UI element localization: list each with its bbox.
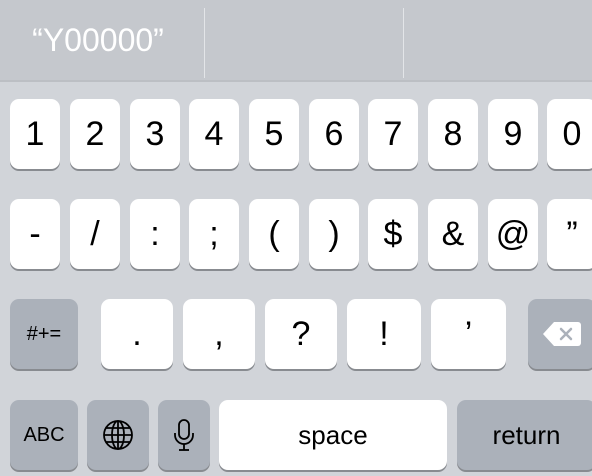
key-5[interactable]: 5 [249,99,299,169]
space-key[interactable]: space [219,400,447,470]
key-4[interactable]: 4 [189,99,239,169]
microphone-icon [173,418,195,452]
key-8[interactable]: 8 [428,99,478,169]
suggestion-3[interactable] [404,0,592,80]
microphone-key[interactable] [158,400,210,470]
key-slash[interactable]: / [70,199,120,269]
key-0[interactable]: 0 [547,99,592,169]
key-open-paren[interactable]: ( [249,199,299,269]
key-semicolon[interactable]: ; [189,199,239,269]
suggestion-2[interactable] [205,0,403,80]
key-2[interactable]: 2 [70,99,120,169]
key-at[interactable]: @ [488,199,538,269]
abc-key[interactable]: ABC [10,400,78,470]
key-period[interactable]: . [101,299,173,369]
key-apostrophe[interactable]: ’ [431,299,506,369]
suggestion-bar: “Y00000” [0,0,592,80]
symbols-toggle-key[interactable]: #+= [10,299,78,369]
key-1[interactable]: 1 [10,99,60,169]
key-dollar[interactable]: $ [368,199,418,269]
key-7[interactable]: 7 [368,99,418,169]
key-3[interactable]: 3 [130,99,180,169]
key-hyphen[interactable]: - [10,199,60,269]
return-key[interactable]: return [457,400,592,470]
key-colon[interactable]: : [130,199,180,269]
key-ampersand[interactable]: & [428,199,478,269]
key-close-paren[interactable]: ) [309,199,359,269]
suggestion-bar-divider [0,80,592,82]
key-6[interactable]: 6 [309,99,359,169]
suggestion-1[interactable]: “Y00000” [0,0,204,80]
delete-key[interactable] [528,299,592,369]
key-quote[interactable]: ” [547,199,592,269]
backspace-icon [542,320,582,348]
globe-key[interactable] [87,400,149,470]
globe-icon [101,418,135,452]
key-9[interactable]: 9 [488,99,538,169]
key-comma[interactable]: , [183,299,255,369]
key-question[interactable]: ? [265,299,337,369]
key-exclamation[interactable]: ! [347,299,421,369]
